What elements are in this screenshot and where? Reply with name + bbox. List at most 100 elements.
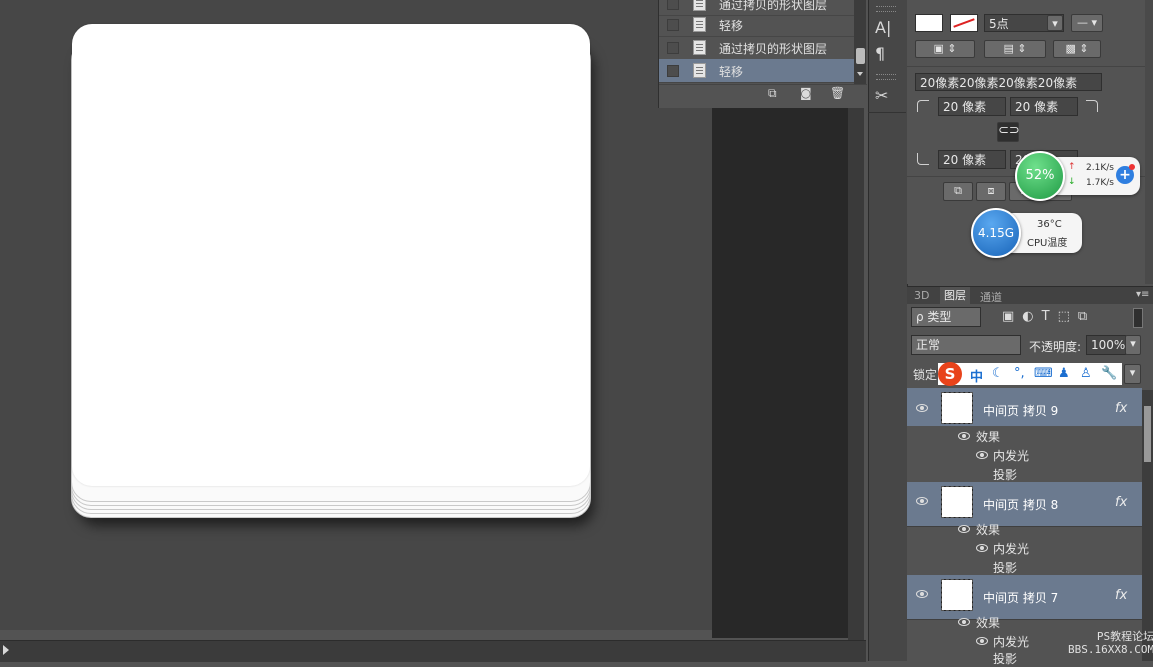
fx-icon[interactable]: fx [1115,401,1127,416]
layer-thumbnail[interactable] [941,579,973,611]
canvas-background [712,108,848,638]
tool-preset-icon[interactable]: ✂ [875,86,888,105]
panel-menu-icon[interactable]: ▾≡ [1136,289,1149,300]
fill-swatch[interactable] [915,14,943,32]
opacity-field[interactable]: 100% [1086,335,1126,355]
path-ops-select[interactable]: ▩ ⇕ [1053,40,1101,58]
dock-grip[interactable] [876,74,896,80]
blend-mode-select[interactable]: 正常 [911,335,1021,355]
wrench-icon[interactable]: 🔧 [1101,366,1117,381]
path-subtract-icon[interactable]: ⧈ [976,182,1006,201]
layer-name[interactable]: 中间页 拷贝 7 [983,589,1058,606]
chevron-down-icon[interactable]: ▾ [1124,364,1141,384]
user-icon[interactable]: ♟ [1058,366,1070,381]
layer-thumbnail[interactable] [941,392,973,424]
eye-icon[interactable] [976,544,988,552]
cpu-temp-value: 36°C [1037,219,1062,230]
filter-toggle[interactable] [1133,308,1143,328]
history-scroll-thumb[interactable] [856,48,865,64]
corner-tr-radius-field[interactable]: 20 像素 [1010,97,1078,116]
layer-row[interactable]: 中间页 拷贝 7 fx [907,575,1142,620]
layer-filter-select[interactable]: ρ 类型 [911,307,981,327]
tab-3d[interactable]: 3D [914,289,929,302]
download-arrow-icon: ↓ [1068,177,1076,187]
eye-icon[interactable] [958,525,970,533]
ime-mode[interactable]: 中 [970,366,983,385]
layer-thumbnail[interactable] [941,486,973,518]
eye-icon[interactable] [916,590,928,598]
eye-icon[interactable] [958,618,970,626]
chevron-down-icon[interactable]: ▾ [1125,335,1141,355]
status-bar [0,640,866,662]
shirt-icon[interactable]: ♙ [1080,366,1092,381]
effect-item[interactable]: 投影 [993,559,1017,576]
corner-bl-value: 20 像素 [943,153,987,167]
moon-icon[interactable]: ☾ [992,366,1004,381]
divider [907,66,1153,67]
effect-item[interactable]: 投影 [993,466,1017,483]
effect-item[interactable]: 内发光 [993,633,1029,650]
effect-item[interactable]: 投影 [993,650,1017,667]
memory-ball[interactable]: 4.15G [971,208,1021,258]
tab-channels[interactable]: 通道 [980,289,1002,305]
history-state-icon [693,17,706,32]
eye-icon[interactable] [916,497,928,505]
history-snapshot-checkbox[interactable] [667,19,679,31]
history-row[interactable]: 通过拷贝的形状图层 [659,36,855,60]
history-snapshot-checkbox[interactable] [667,65,679,77]
corner-bl-radius-field[interactable]: 20 像素 [938,150,1006,169]
history-row-label: 轻移 [719,19,744,33]
properties-scrollbar[interactable] [1145,0,1153,284]
history-snapshot-checkbox[interactable] [667,0,679,10]
keyboard-icon[interactable]: ⌨ [1034,366,1053,381]
net-percent-ball[interactable]: 52% [1015,151,1065,201]
corner-tl-radius-field[interactable]: 20 像素 [938,97,1006,116]
opacity-label: 不透明度: [1029,340,1082,354]
history-row[interactable]: 轻移 [659,13,855,37]
eye-icon[interactable] [976,451,988,459]
upload-arrow-icon: ↑ [1068,162,1076,172]
scroll-down-arrow-icon[interactable] [857,72,863,76]
rounded-card-shape[interactable] [72,24,590,486]
ime-toolbar[interactable] [938,363,1122,385]
effects-label[interactable]: 效果 [976,428,1000,445]
radius-summary-field[interactable]: 20像素20像素20像素20像素 [915,73,1102,91]
effect-item[interactable]: 内发光 [993,540,1029,557]
effects-label[interactable]: 效果 [976,521,1000,538]
eye-icon[interactable] [976,637,988,645]
trash-icon[interactable]: 🗑 [830,86,845,100]
tab-layers[interactable]: 图层 [940,287,970,304]
link-icon[interactable]: ⊂⊃ [997,122,1020,142]
canvas-vertical-scrollbar[interactable] [848,108,864,640]
align-path-select[interactable]: ▣ ⇕ [915,40,975,58]
layer-row[interactable]: 中间页 拷贝 8 fx [907,482,1142,527]
dock-grip[interactable] [876,6,896,12]
eye-icon[interactable] [916,404,928,412]
fx-icon[interactable]: fx [1115,495,1127,510]
stroke-swatch[interactable] [950,14,978,32]
paragraph-icon[interactable]: ¶ [875,44,885,63]
path-arrange-select[interactable]: ▤ ⇕ [984,40,1046,58]
filter-icons[interactable]: ▣◐T⬚⧉ [1002,309,1095,324]
effects-label[interactable]: 效果 [976,614,1000,631]
stroke-type-select[interactable]: — ▾ [1071,14,1103,32]
net-percent: 52% [1025,168,1055,183]
chevron-down-icon[interactable]: ▾ [1047,15,1063,31]
layer-name[interactable]: 中间页 拷贝 9 [983,402,1058,419]
path-combine-icon[interactable]: ⧉ [943,182,973,201]
layer-name[interactable]: 中间页 拷贝 8 [983,496,1058,513]
sogou-logo[interactable]: S [938,362,962,386]
effect-item[interactable]: 内发光 [993,447,1029,464]
fx-icon[interactable]: fx [1115,588,1127,603]
layers-scroll-thumb[interactable] [1144,406,1151,462]
eye-icon[interactable] [958,432,970,440]
punctuation-icon[interactable]: °, [1014,366,1025,381]
history-snapshot-checkbox[interactable] [667,42,679,54]
notification-dot [1129,164,1135,170]
status-expand-arrow-icon[interactable] [3,645,9,655]
camera-icon[interactable]: ◙ [800,86,812,100]
character-icon[interactable]: A| [875,18,891,37]
new-snapshot-icon[interactable]: ⧉ [768,86,777,101]
history-row-selected[interactable]: 轻移 [659,59,855,83]
lock-label: 锁定 [913,368,938,382]
